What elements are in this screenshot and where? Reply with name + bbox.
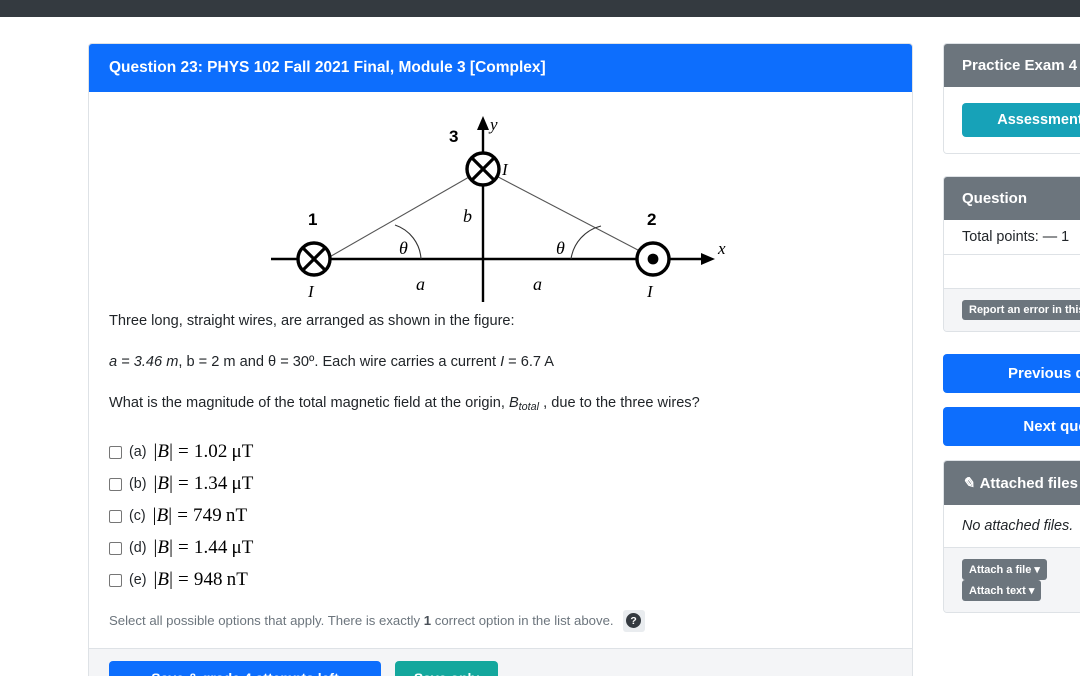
angle-label-left: θ [399,238,408,258]
save-only-button[interactable]: Save only [395,660,498,676]
option-unit-a: μT [231,440,254,462]
question-card-body: x y θ θ 1 I 2 I 3 I a a b Three long, st… [89,92,912,648]
option-value-d: 1.44 [193,536,228,558]
physics-figure: x y θ θ 1 I 2 I 3 I a a b [109,106,892,311]
option-value-e: 948 [193,568,223,590]
previous-question-button[interactable]: Previous question [943,354,1080,393]
question-prose: Three long, straight wires, are arranged… [109,311,892,416]
option-unit-b: μT [231,472,254,494]
option-math-e: |B| = 948 nT [153,568,248,590]
x-axis-arrow [700,253,715,265]
option-math-c: |B| = 749 nT [152,504,248,526]
assessment-overview-button[interactable]: Assessment overview [962,103,1080,137]
no-attached-files-text: No attached files. [944,505,1080,548]
x-axis-label: x [717,239,726,258]
question-info-footer: Report an error in this question [944,289,1080,331]
wire3-current-label: I [501,160,509,179]
question-ask: What is the magnitude of the total magne… [109,393,892,416]
option-letter-a: (a) [129,443,147,460]
option-value-a: 1.02 [193,440,228,462]
ask-prefix: What is the magnitude of the total magne… [109,395,509,412]
height-label-b: b [463,206,472,226]
ask-suffix: , due to the three wires? [539,395,700,412]
wire1-current-label: I [307,282,315,301]
question-mark-icon: ? [626,613,642,629]
top-navbar [0,0,1080,17]
right-sidebar: Practice Exam 4 Assessment overview Ques… [943,43,1080,635]
y-axis-arrow [476,116,489,130]
selection-hint: Select all possible options that apply. … [109,609,892,632]
answer-options-list: (a) |B|=1.02μT (b) |B|=1.34μT (c) [109,436,892,596]
option-value-c: 749 [193,504,222,526]
auto-graded-row: Auto-graded [944,255,1080,289]
wire2-current-label: I [646,282,654,301]
wire2-number: 2 [647,210,656,229]
checkbox-option-d[interactable] [109,541,122,555]
option-letter-c: (c) [129,507,146,524]
exam-panel-title: Practice Exam 4 [944,44,1080,87]
line-wire3-wire2 [482,168,655,260]
wire2-dot [647,253,658,265]
distance-label-right: a [533,274,542,294]
attached-files-panel: ✎ Attached files No attached files. Attac… [943,460,1080,613]
angle-arc-right [569,225,601,260]
option-unit-d: μT [231,536,254,558]
ask-subscript: total [518,401,540,414]
three-wires-diagram: x y θ θ 1 I 2 I 3 I a a b [270,115,726,302]
question-card-footer: Save & grade 4 attempts left Save only [89,647,912,676]
y-axis-label: y [488,115,498,134]
checkbox-option-b[interactable] [109,477,122,491]
option-letter-b: (b) [129,475,147,492]
option-letter-d: (d) [129,539,147,556]
question-intro: Three long, straight wires, are arranged… [109,313,515,329]
ask-symbol: B [508,395,519,412]
option-value-b: 1.34 [193,472,228,494]
save-and-grade-button[interactable]: Save & grade 4 attempts left [109,660,381,676]
hint-after: correct option in the list above. [431,613,614,629]
question-givens: a = 3.46 m, b = 2 m and θ = 30º. Each wi… [109,352,892,373]
option-row-e[interactable]: (e) |B| = 948 nT [109,564,892,596]
page-content: Question 23: PHYS 102 Fall 2021 Final, M… [0,17,1080,676]
checkbox-option-a[interactable] [109,445,122,459]
hint-before: Select all possible options that apply. … [109,613,424,629]
paperclip-icon: ✎ [962,475,975,492]
question-info-title: Question [944,177,1080,220]
attach-text-button[interactable]: Attach text ▾ [962,580,1042,601]
option-row-c[interactable]: (c) |B| = 749 nT [109,500,892,532]
attached-files-title: ✎ Attached files [944,461,1080,505]
option-unit-e: nT [226,568,248,590]
option-math-d: |B| = 1.44 μT [153,536,254,558]
given-current-value: = 6.7 A [504,354,555,371]
help-button[interactable]: ? [622,609,645,632]
exam-panel-body: Assessment overview [944,87,1080,153]
given-rest: , b = 2 m and θ = 30º. Each wire carries… [178,354,501,371]
attached-files-title-text: Attached files [979,475,1078,492]
exam-panel: Practice Exam 4 Assessment overview [943,43,1080,154]
option-unit-c: nT [225,504,248,526]
question-info-panel: Question Total points: — 1 Auto-graded R… [943,176,1080,332]
hint-text: Select all possible options that apply. … [109,613,614,628]
option-row-d[interactable]: (d) |B| = 1.44 μT [109,532,892,564]
option-row-a[interactable]: (a) |B| = 1.02 μT [109,436,892,468]
option-letter-e: (e) [129,571,147,588]
attach-file-button[interactable]: Attach a file ▾ [962,559,1047,580]
question-card-header: Question 23: PHYS 102 Fall 2021 Final, M… [89,44,912,92]
attached-files-footer: Attach a file ▾ Attach text ▾ [944,548,1080,612]
distance-label-left: a [416,274,425,294]
question-card: Question 23: PHYS 102 Fall 2021 Final, M… [88,43,913,676]
report-error-button[interactable]: Report an error in this question [962,300,1080,320]
wire3-number: 3 [449,127,458,146]
checkbox-option-e[interactable] [109,573,122,587]
total-points-row: Total points: — 1 [944,220,1080,255]
option-math-a: |B| = 1.02 μT [153,440,254,462]
given-a: a = 3.46 m [109,354,179,371]
angle-label-right: θ [556,238,565,258]
option-row-b[interactable]: (b) |B| = 1.34 μT [109,468,892,500]
option-math-b: |B| = 1.34 μT [153,472,254,494]
checkbox-option-c[interactable] [109,509,122,523]
wire1-number: 1 [308,210,317,229]
hint-count: 1 [423,613,432,629]
next-question-button[interactable]: Next question [943,407,1080,446]
